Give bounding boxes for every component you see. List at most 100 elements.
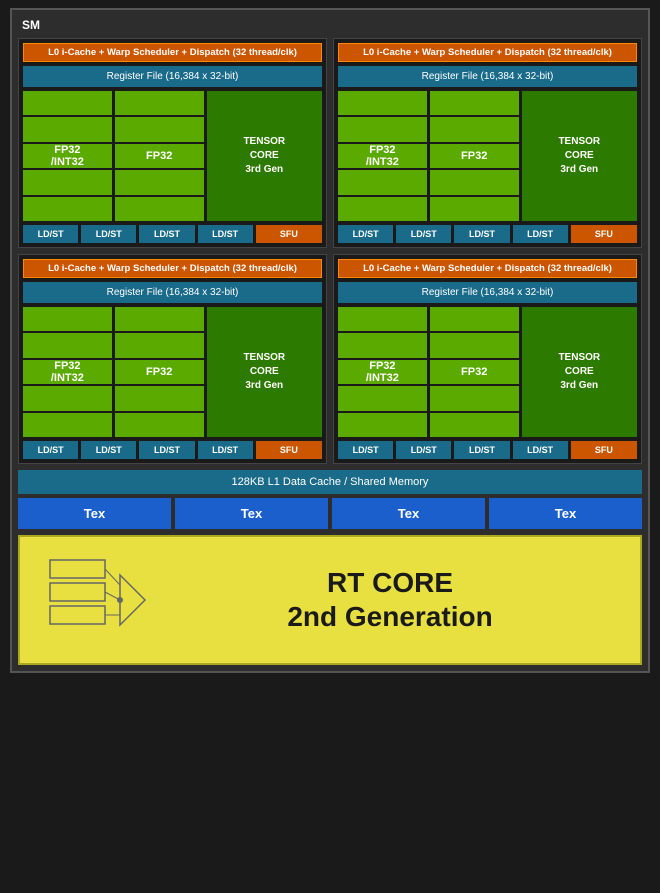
fp32-cell — [23, 333, 112, 357]
ldst-2: LD/ST — [139, 225, 194, 243]
fp32-cell — [338, 170, 427, 194]
fp32-col-3: FP32 — [430, 307, 519, 437]
ldst-4: LD/ST — [338, 225, 393, 243]
fp32-cell — [115, 170, 204, 194]
fp32-cell — [115, 413, 204, 437]
ldst-8: LD/ST — [23, 441, 78, 459]
fp32-label-1: FP32/INT32 — [338, 144, 427, 168]
fp32-cell — [23, 307, 112, 331]
sub-partition-0: L0 i-Cache + Warp Scheduler + Dispatch (… — [18, 38, 327, 248]
ldst-5: LD/ST — [396, 225, 451, 243]
tex-2: Tex — [332, 498, 485, 529]
fp32-int32-col-0: FP32/INT32 — [23, 91, 112, 221]
fp32-cell — [23, 197, 112, 221]
ldst-1: LD/ST — [81, 225, 136, 243]
fp32-label-2: FP32/INT32 — [23, 360, 112, 384]
fp32-label2-0: FP32 — [115, 144, 204, 168]
reg-file-2: Register File (16,384 x 32-bit) — [23, 282, 322, 303]
sub-partition-3: L0 i-Cache + Warp Scheduler + Dispatch (… — [333, 254, 642, 464]
fp32-cell — [430, 333, 519, 357]
fp32-cell — [338, 91, 427, 115]
fp32-cell — [430, 91, 519, 115]
fp32-cell — [23, 170, 112, 194]
bottom-row-1: LD/ST LD/ST LD/ST LD/ST SFU — [338, 225, 637, 243]
l1-cache-bar: 128KB L1 Data Cache / Shared Memory — [18, 470, 642, 494]
fp32-int32-col-3: FP32/INT32 — [338, 307, 427, 437]
core-area-2: FP32/INT32 FP32 TENSORCORE3rd Gen — [23, 307, 322, 437]
tex-0: Tex — [18, 498, 171, 529]
l0-header-0: L0 i-Cache + Warp Scheduler + Dispatch (… — [23, 43, 322, 62]
fp32-cell — [23, 386, 112, 410]
ldst-15: LD/ST — [513, 441, 568, 459]
sub-partition-1: L0 i-Cache + Warp Scheduler + Dispatch (… — [333, 38, 642, 248]
rt-core-label: RT CORE2nd Generation — [287, 566, 492, 633]
ldst-0: LD/ST — [23, 225, 78, 243]
reg-file-3: Register File (16,384 x 32-bit) — [338, 282, 637, 303]
l0-header-2: L0 i-Cache + Warp Scheduler + Dispatch (… — [23, 259, 322, 278]
fp32-cell — [23, 413, 112, 437]
fp32-cell — [338, 197, 427, 221]
sfu-0: SFU — [256, 225, 322, 243]
fp32-cell — [338, 386, 427, 410]
fp32-col-0: FP32 — [115, 91, 204, 221]
fp32-int32-col-1: FP32/INT32 — [338, 91, 427, 221]
fp32-cell — [430, 413, 519, 437]
sfu-2: SFU — [256, 441, 322, 459]
fp32-cell — [338, 117, 427, 141]
core-area-1: FP32/INT32 FP32 TENSORCORE3rd Gen — [338, 91, 637, 221]
reg-file-1: Register File (16,384 x 32-bit) — [338, 66, 637, 87]
sfu-1: SFU — [571, 225, 637, 243]
fp32-cell — [23, 91, 112, 115]
sm-title: SM — [18, 16, 642, 34]
tensor-core-1: TENSORCORE3rd Gen — [522, 91, 637, 221]
l0-header-3: L0 i-Cache + Warp Scheduler + Dispatch (… — [338, 259, 637, 278]
sub-partition-2: L0 i-Cache + Warp Scheduler + Dispatch (… — [18, 254, 327, 464]
rt-core: RT CORE2nd Generation — [18, 535, 642, 665]
fp32-cell — [338, 413, 427, 437]
tex-1: Tex — [175, 498, 328, 529]
bottom-row-0: LD/ST LD/ST LD/ST LD/ST SFU — [23, 225, 322, 243]
ldst-11: LD/ST — [198, 441, 253, 459]
fp32-cell — [430, 197, 519, 221]
fp32-label2-3: FP32 — [430, 360, 519, 384]
l0-header-1: L0 i-Cache + Warp Scheduler + Dispatch (… — [338, 43, 637, 62]
core-area-3: FP32/INT32 FP32 TENSORCORE3rd Gen — [338, 307, 637, 437]
core-area-0: FP32/INT32 FP32 TENSORCORE3rd Gen — [23, 91, 322, 221]
tensor-core-2: TENSORCORE3rd Gen — [207, 307, 322, 437]
fp32-cell — [115, 333, 204, 357]
fp32-col-2: FP32 — [115, 307, 204, 437]
fp32-col-1: FP32 — [430, 91, 519, 221]
fp32-label2-1: FP32 — [430, 144, 519, 168]
fp32-cell — [115, 91, 204, 115]
ldst-12: LD/ST — [338, 441, 393, 459]
bottom-row-2: LD/ST LD/ST LD/ST LD/ST SFU — [23, 441, 322, 459]
reg-file-0: Register File (16,384 x 32-bit) — [23, 66, 322, 87]
fp32-cell — [115, 307, 204, 331]
ldst-10: LD/ST — [139, 441, 194, 459]
ldst-9: LD/ST — [81, 441, 136, 459]
ldst-3: LD/ST — [198, 225, 253, 243]
rt-core-diagram — [40, 555, 150, 645]
quad-grid: L0 i-Cache + Warp Scheduler + Dispatch (… — [18, 38, 642, 464]
sfu-3: SFU — [571, 441, 637, 459]
fp32-cell — [115, 386, 204, 410]
sm-container: SM L0 i-Cache + Warp Scheduler + Dispatc… — [10, 8, 650, 673]
fp32-cell — [430, 386, 519, 410]
tensor-core-3: TENSORCORE3rd Gen — [522, 307, 637, 437]
tex-3: Tex — [489, 498, 642, 529]
ldst-6: LD/ST — [454, 225, 509, 243]
tensor-core-0: TENSORCORE3rd Gen — [207, 91, 322, 221]
ldst-13: LD/ST — [396, 441, 451, 459]
fp32-cell — [430, 307, 519, 331]
tex-row: Tex Tex Tex Tex — [18, 498, 642, 529]
fp32-cell — [430, 170, 519, 194]
ldst-7: LD/ST — [513, 225, 568, 243]
fp32-cell — [338, 307, 427, 331]
fp32-label2-2: FP32 — [115, 360, 204, 384]
fp32-cell — [23, 117, 112, 141]
bottom-row-3: LD/ST LD/ST LD/ST LD/ST SFU — [338, 441, 637, 459]
fp32-label-3: FP32/INT32 — [338, 360, 427, 384]
ldst-14: LD/ST — [454, 441, 509, 459]
fp32-cell — [115, 117, 204, 141]
fp32-cell — [430, 117, 519, 141]
